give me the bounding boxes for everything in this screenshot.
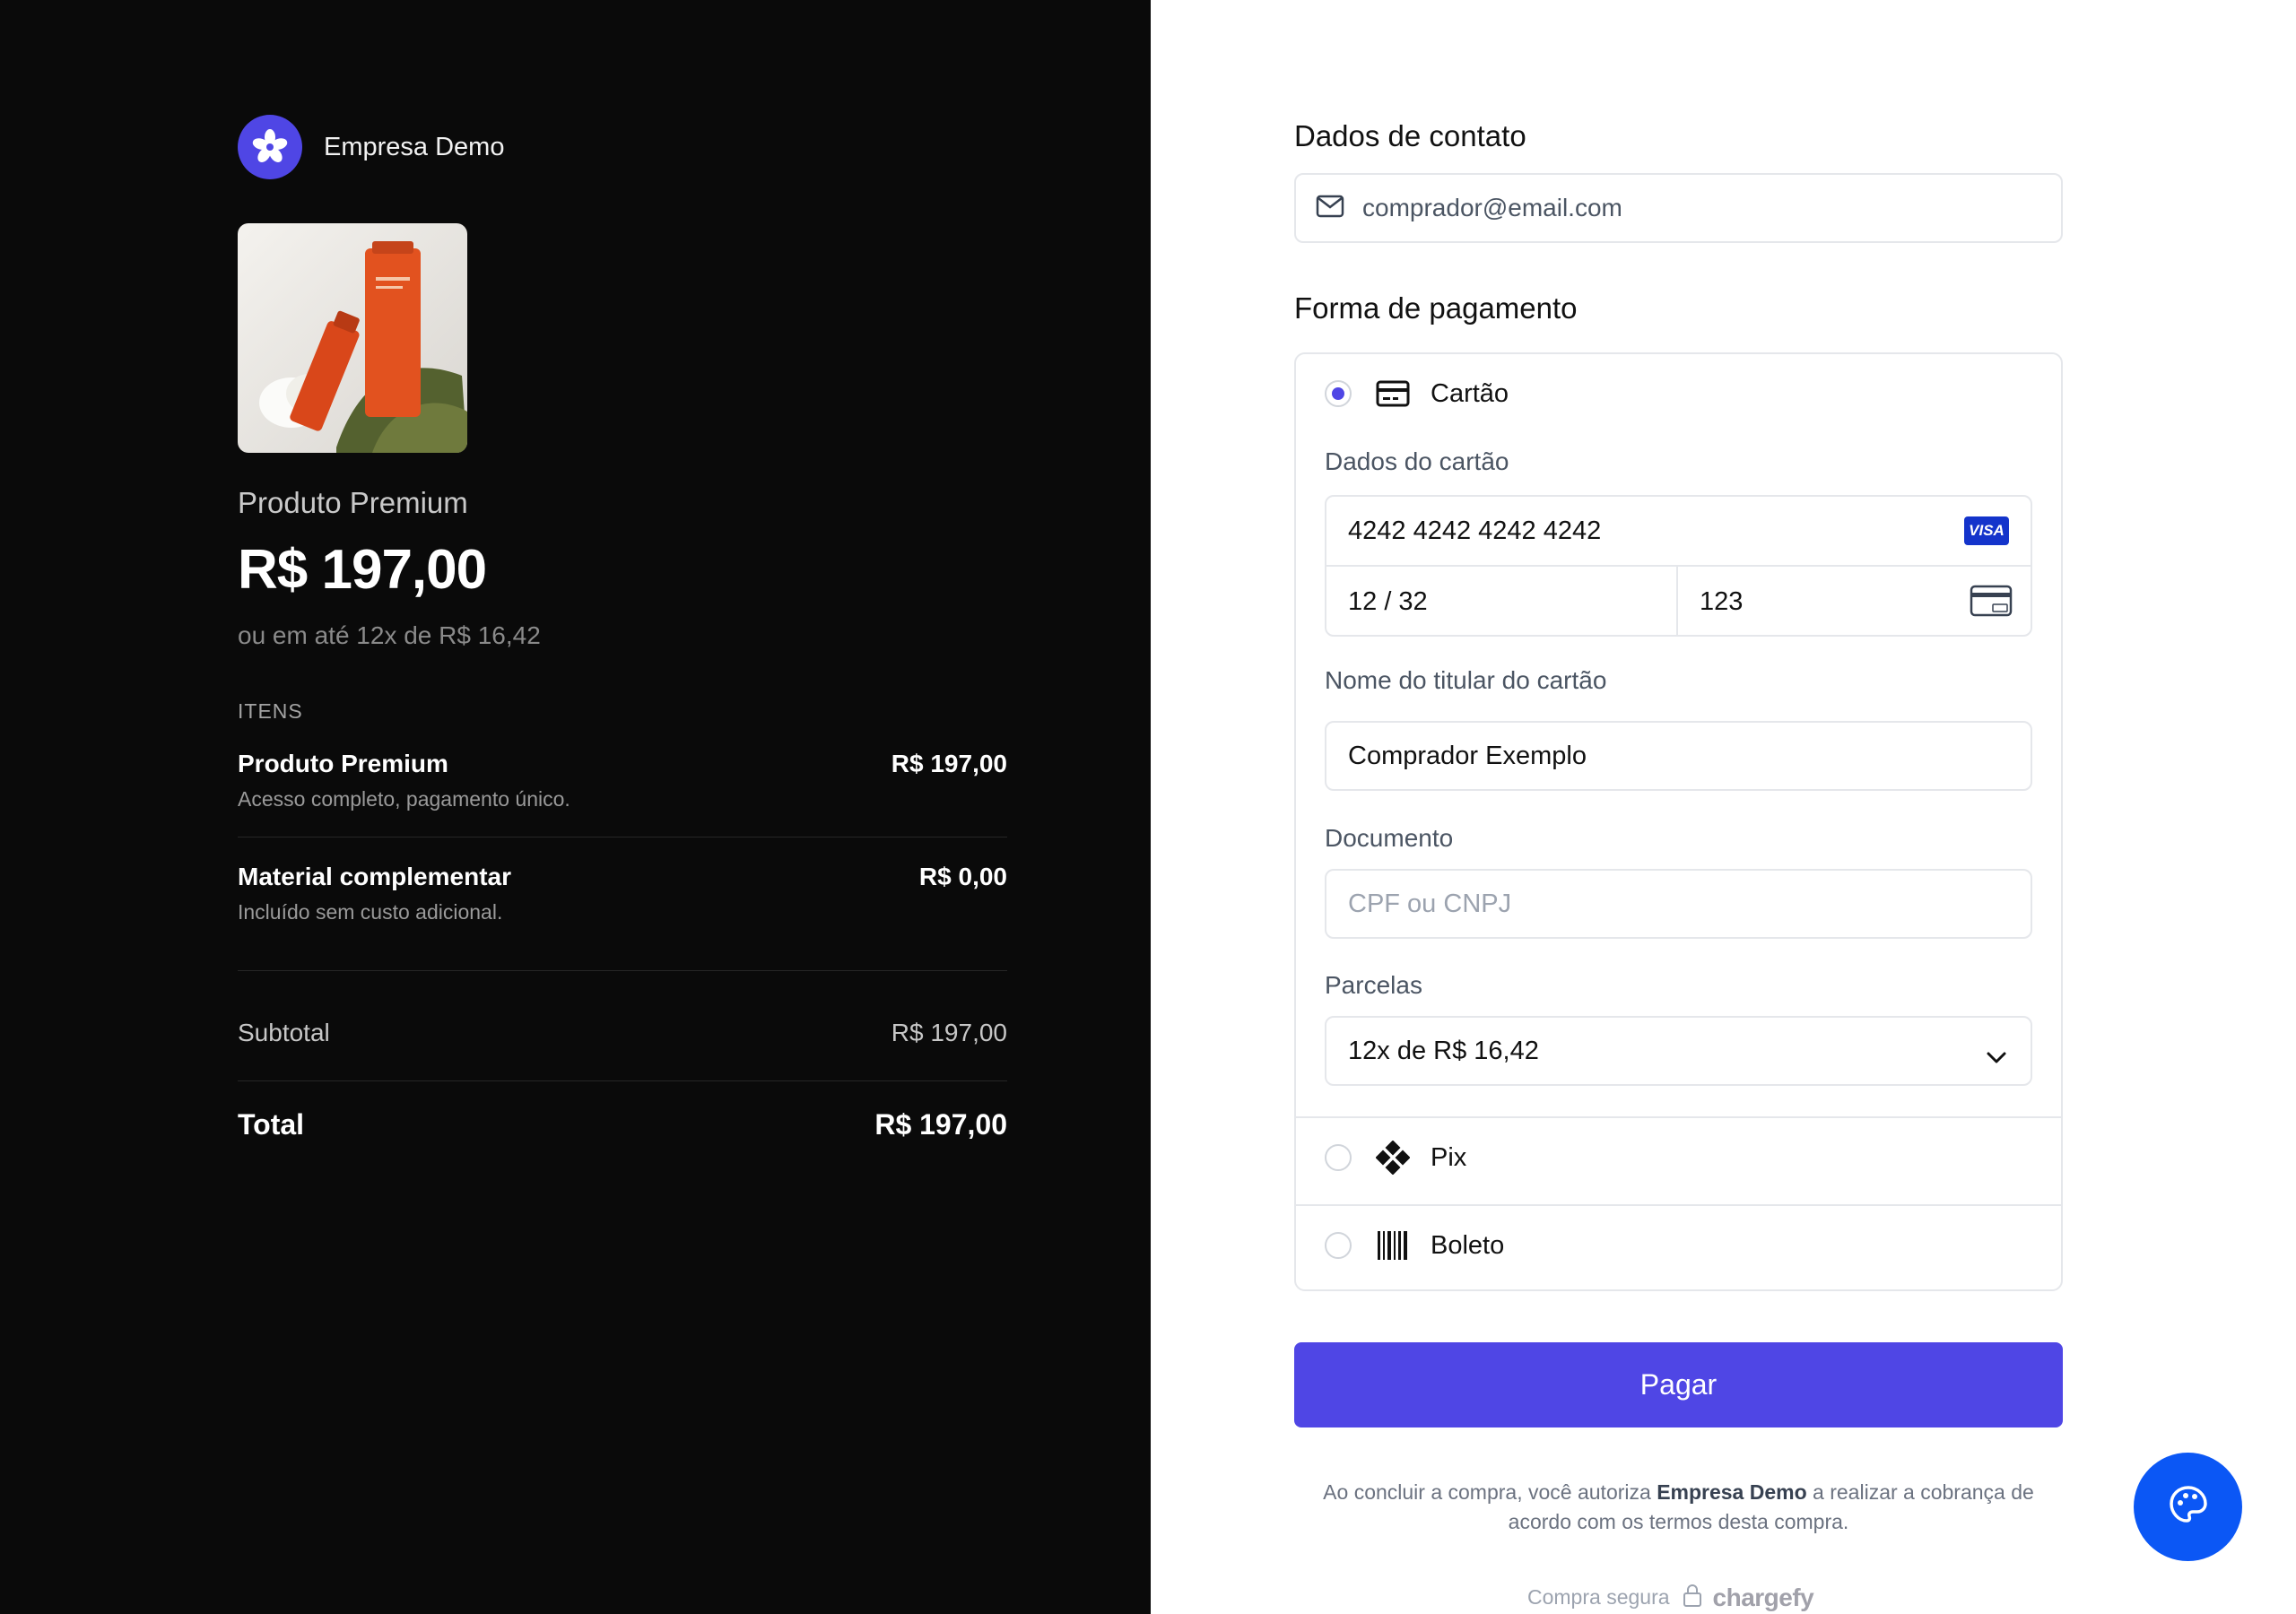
holder-label: Nome do titular do cartão <box>1325 666 1607 694</box>
pix-icon <box>1375 1140 1411 1176</box>
item-title: Produto Premium <box>238 750 448 777</box>
item-price: R$ 0,00 <box>918 863 1007 890</box>
contact-title: Dados de contato <box>1294 119 1526 152</box>
secure-text: Compra segura <box>1527 1585 1670 1609</box>
card-fields: 4242 4242 4242 4242 VISA 12 / 32 123 <box>1325 495 2032 637</box>
radio-pix[interactable] <box>1325 1144 1352 1171</box>
cvc-card-icon <box>1970 585 2013 624</box>
card-expiry-input[interactable]: 12 / 32 <box>1326 567 1678 635</box>
email-field[interactable]: comprador@email.com <box>1294 173 2063 243</box>
installments-value: 12x de R$ 16,42 <box>1348 1036 1539 1065</box>
product-price: R$ 197,00 <box>238 539 487 601</box>
legal-company: Empresa Demo <box>1657 1480 1807 1504</box>
secure-badge: Compra segura chargefy <box>1527 1583 1814 1612</box>
payment-option-label: Boleto <box>1431 1230 1505 1260</box>
checkout-form-panel: Dados de contato comprador@email.com For… <box>1151 0 2296 1614</box>
installments-select[interactable]: 12x de R$ 16,42 <box>1325 1016 2032 1086</box>
total-value: R$ 197,00 <box>874 1108 1007 1141</box>
email-value: comprador@email.com <box>1362 194 1622 221</box>
barcode-icon <box>1375 1228 1411 1263</box>
legal-text: Ao concluir a compra, você autoriza Empr… <box>1294 1478 2063 1537</box>
card-number-value: 4242 4242 4242 4242 <box>1348 516 1602 545</box>
subtotal-label: Subtotal <box>238 1019 330 1046</box>
divider <box>238 970 1007 971</box>
brand-name: Empresa Demo <box>324 132 505 161</box>
subtotal-value: R$ 197,00 <box>891 1019 1007 1046</box>
item-description: Acesso completo, pagamento único. <box>238 787 570 811</box>
lock-icon <box>1683 1583 1702 1612</box>
card-number-input[interactable]: 4242 4242 4242 4242 VISA <box>1326 497 2031 567</box>
item-price: R$ 197,00 <box>891 750 1007 777</box>
divider <box>238 1080 1007 1081</box>
holder-name-value: Comprador Exemplo <box>1348 741 1587 770</box>
legal-before: Ao concluir a compra, você autoriza <box>1323 1480 1657 1504</box>
total-row: Total R$ 197,00 <box>238 1108 1007 1141</box>
theme-palette-button[interactable] <box>2134 1453 2242 1561</box>
installments-label: Parcelas <box>1325 971 1422 999</box>
list-item: Produto Premium R$ 197,00 Acesso complet… <box>238 750 1007 811</box>
order-summary-panel: Empresa Demo Produto Premium R$ 197,00 o… <box>0 0 1151 1614</box>
chevron-down-icon <box>1986 1043 2007 1072</box>
document-placeholder: CPF ou CNPJ <box>1348 889 1512 918</box>
subtotal-row: Subtotal R$ 197,00 <box>238 1019 1007 1047</box>
radio-card[interactable] <box>1325 380 1352 407</box>
card-cvc-value: 123 <box>1700 586 1744 616</box>
card-cvc-input[interactable]: 123 <box>1678 567 2031 635</box>
payment-option-label: Pix <box>1431 1142 1467 1172</box>
radio-boleto[interactable] <box>1325 1232 1352 1259</box>
list-item: Material complementar R$ 0,00 Incluído s… <box>238 863 1007 924</box>
payment-option-card[interactable]: Cartão <box>1325 376 1509 412</box>
payment-option-boleto[interactable]: Boleto <box>1325 1228 1504 1263</box>
chargefy-logo: chargefy <box>1712 1583 1814 1611</box>
document-input[interactable]: CPF ou CNPJ <box>1325 869 2032 939</box>
mail-icon <box>1316 195 1344 222</box>
payment-methods: Cartão Dados do cartão 4242 4242 4242 42… <box>1294 352 2063 1291</box>
holder-name-input[interactable]: Comprador Exemplo <box>1325 721 2032 791</box>
pay-button[interactable]: Pagar <box>1294 1342 2063 1427</box>
item-title: Material complementar <box>238 863 511 890</box>
card-data-label: Dados do cartão <box>1325 447 1509 475</box>
payment-option-label: Cartão <box>1431 378 1509 408</box>
product-image <box>238 223 467 453</box>
document-label: Documento <box>1325 824 1454 852</box>
item-description: Incluído sem custo adicional. <box>238 900 503 924</box>
payment-title: Forma de pagamento <box>1294 291 1578 325</box>
card-expiry-value: 12 / 32 <box>1348 586 1428 616</box>
credit-card-icon <box>1375 376 1411 412</box>
divider <box>1296 1116 2061 1118</box>
brand: Empresa Demo <box>238 115 504 179</box>
items-heading: ITENS <box>238 699 303 723</box>
installments-info: ou em até 12x de R$ 16,42 <box>238 621 541 649</box>
divider <box>1296 1204 2061 1206</box>
payment-option-pix[interactable]: Pix <box>1325 1140 1466 1176</box>
palette-icon <box>2167 1483 2210 1531</box>
total-label: Total <box>238 1108 305 1141</box>
flower-logo-icon <box>238 115 302 179</box>
visa-icon: VISA <box>1964 516 2009 545</box>
product-name: Produto Premium <box>238 486 468 519</box>
